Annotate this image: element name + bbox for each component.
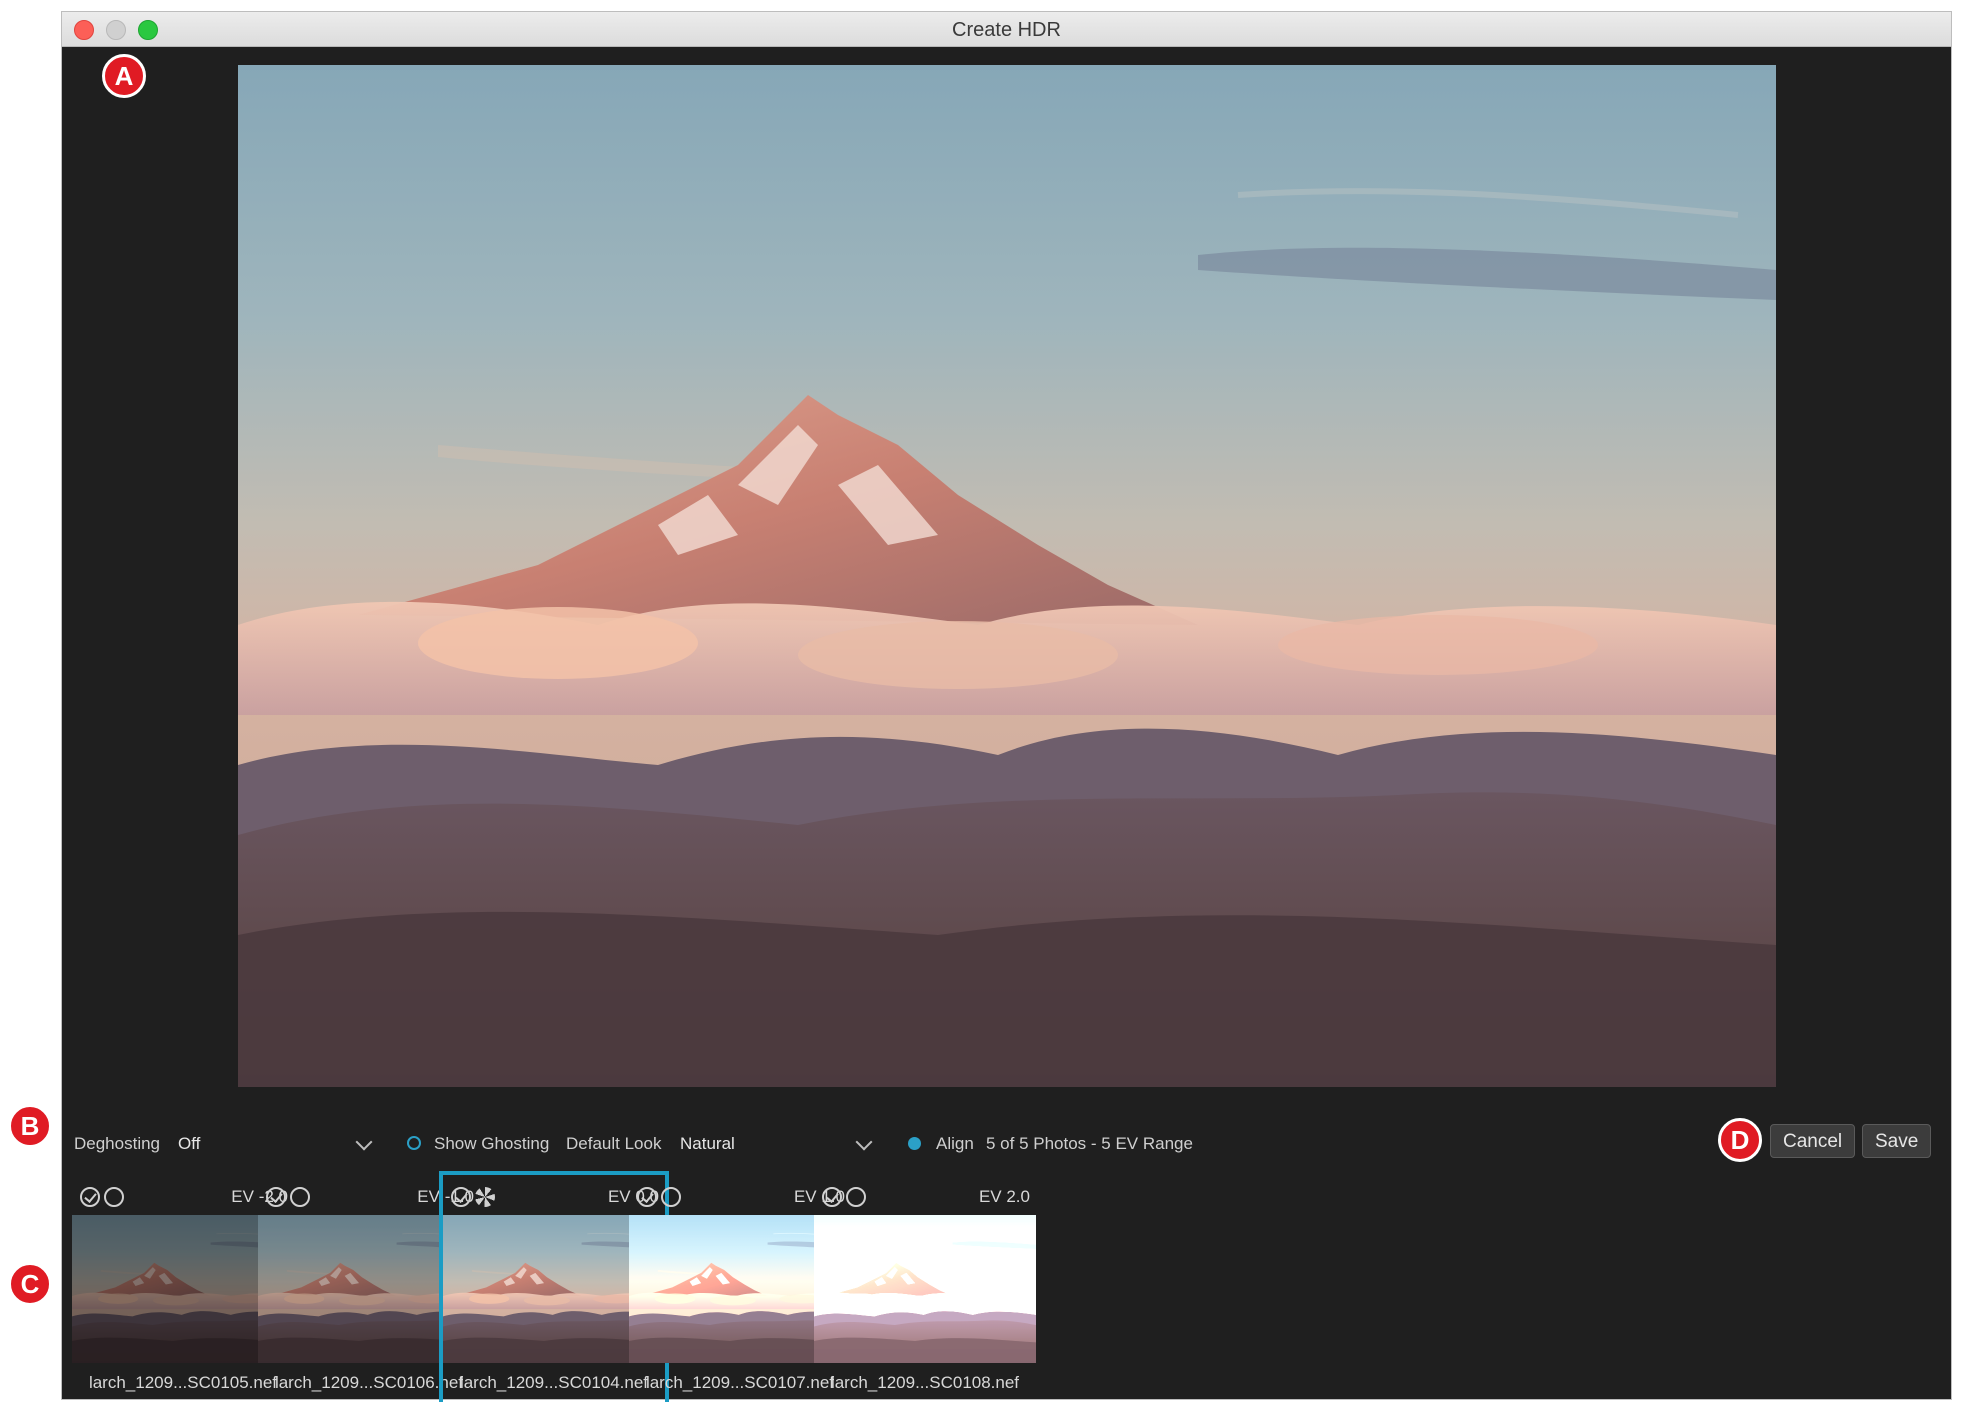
callout-badge-c: C: [8, 1262, 52, 1306]
save-button[interactable]: Save: [1862, 1124, 1932, 1158]
callout-badge-b: B: [8, 1104, 52, 1148]
align-radio[interactable]: [908, 1137, 921, 1150]
thumbnail-mountain-image: [814, 1215, 1036, 1363]
include-checkmark-icon[interactable]: [451, 1187, 471, 1207]
hdr-preview-image: [238, 65, 1776, 1087]
photo-range-summary: 5 of 5 Photos - 5 EV Range: [986, 1134, 1193, 1153]
deghosting-dropdown[interactable]: Off: [178, 1134, 200, 1154]
exposure-value-label: EV 2.0: [978, 1187, 1030, 1206]
chevron-down-icon[interactable]: [855, 1133, 873, 1151]
callout-badge-a: A: [102, 54, 146, 98]
reference-circle-icon[interactable]: [104, 1187, 124, 1207]
reference-circle-icon[interactable]: [290, 1187, 310, 1207]
default-look-dropdown[interactable]: Natural: [680, 1134, 735, 1154]
include-checkmark-icon[interactable]: [266, 1187, 286, 1207]
include-checkmark-icon[interactable]: [822, 1187, 842, 1207]
reference-circle-icon[interactable]: [661, 1187, 681, 1207]
align-label: Align: [936, 1134, 974, 1153]
deghosting-label: Deghosting: [74, 1134, 161, 1153]
window-title: Create HDR: [952, 19, 1061, 41]
thumbnail-filename: larch_1209...SC0108.nef: [830, 1373, 1020, 1392]
show-ghosting-radio[interactable]: [407, 1136, 421, 1150]
include-checkmark-icon[interactable]: [637, 1187, 657, 1207]
reference-aperture-icon[interactable]: [475, 1187, 495, 1207]
include-checkmark-icon[interactable]: [80, 1187, 100, 1207]
callout-badge-d: D: [1718, 1118, 1762, 1162]
thumbnail-image: [814, 1215, 1036, 1363]
title-bar: Create HDR: [62, 12, 1951, 47]
bracket-thumbnail[interactable]: EV 2.0 larch_1209...SC0108.nef: [814, 1175, 1036, 1402]
reference-circle-icon[interactable]: [846, 1187, 866, 1207]
mountain-landscape-image: [238, 65, 1776, 1087]
create-hdr-window: Create HDR A Deghosting Off Show Ghostin…: [62, 12, 1951, 1402]
cancel-button[interactable]: Cancel: [1770, 1124, 1856, 1158]
default-look-label: Default Look: [566, 1134, 662, 1153]
show-ghosting-label: Show Ghosting: [434, 1134, 550, 1153]
chevron-down-icon[interactable]: [355, 1133, 373, 1151]
